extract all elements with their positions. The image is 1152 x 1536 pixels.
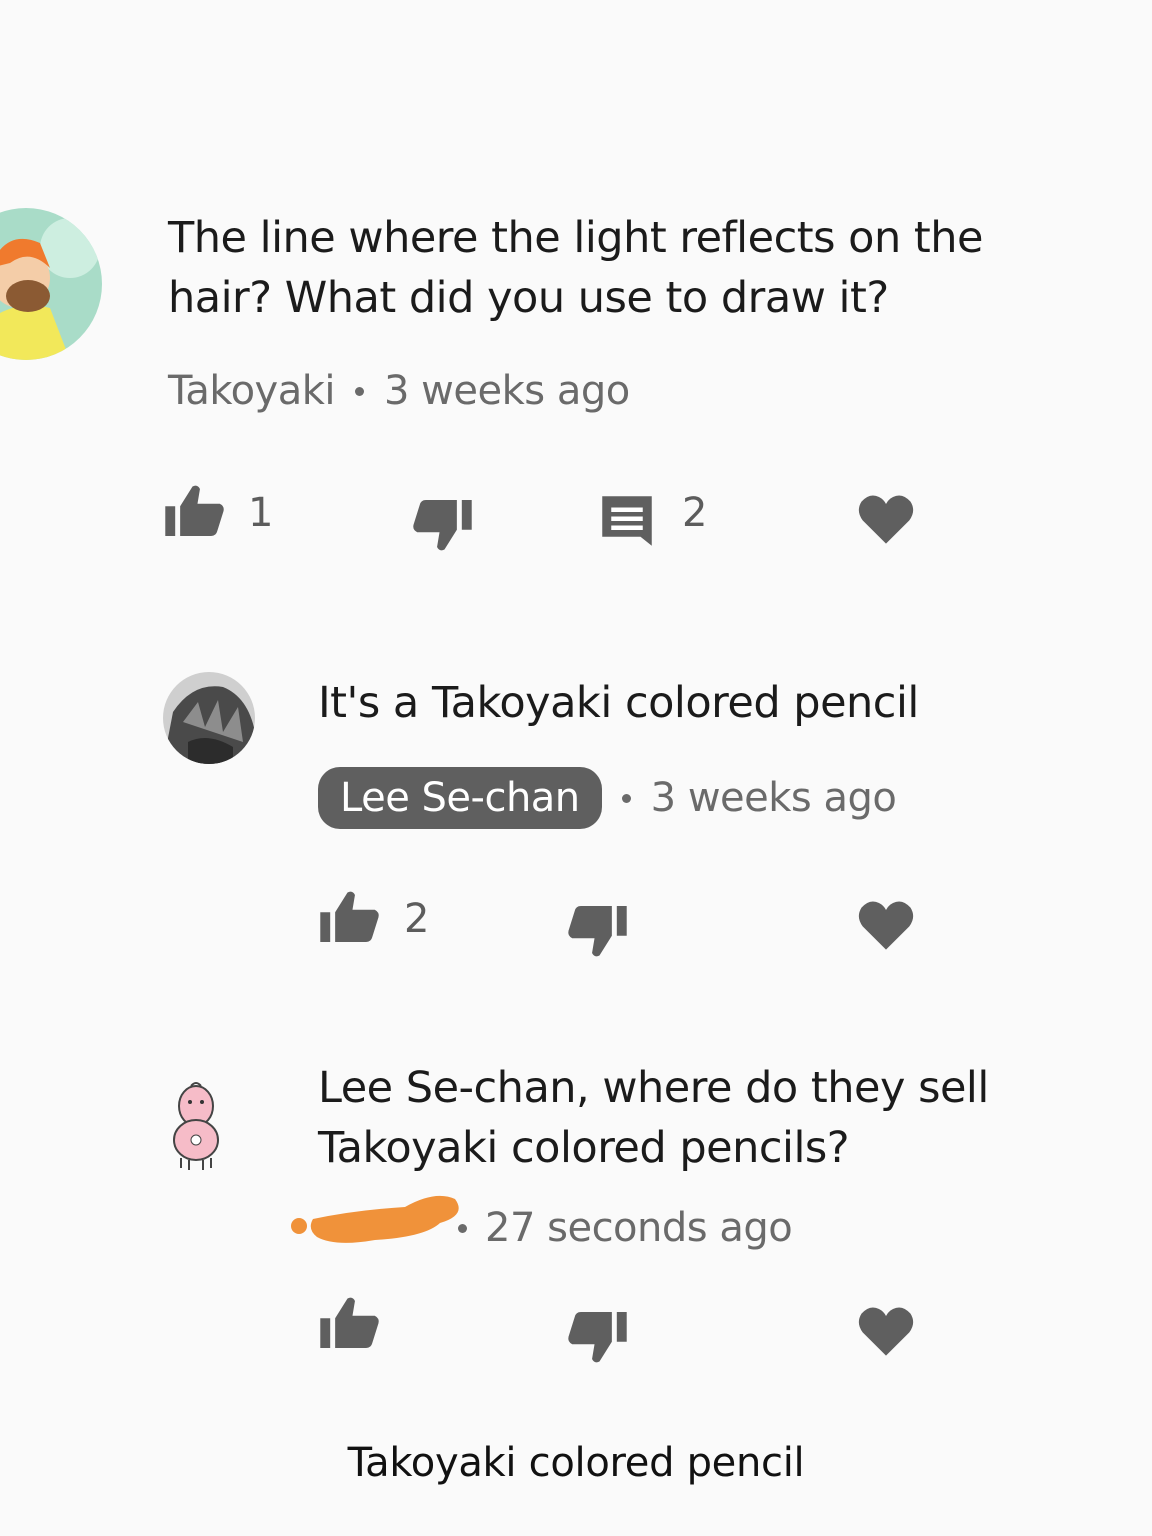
image-caption: Takoyaki colored pencil [347, 1440, 805, 1486]
comment-text: It's a Takoyaki colored pencil [318, 678, 919, 728]
avatar[interactable] [163, 672, 255, 764]
separator-dot [355, 386, 364, 396]
comment-text: The line where the light reflects on the… [168, 213, 983, 323]
comment-text: Lee Se-chan, where do they sell Takoyaki… [318, 1063, 989, 1173]
comment-meta: Lee Se-chan 3 weeks ago [318, 767, 897, 829]
heart-button[interactable] [858, 898, 914, 950]
avatar[interactable] [163, 1078, 229, 1174]
timestamp: 3 weeks ago [384, 368, 630, 414]
thumbs-up-icon [165, 485, 224, 536]
author-name[interactable]: Takoyaki [168, 368, 336, 414]
comment-icon [602, 496, 652, 546]
dislike-button[interactable] [567, 1312, 627, 1364]
like-count: 1 [248, 490, 274, 536]
like-button[interactable] [165, 484, 225, 536]
dislike-button[interactable] [412, 500, 472, 552]
thumbs-down-icon [413, 500, 472, 551]
reply-button[interactable] [600, 494, 654, 548]
redacted-author-mark [285, 1185, 465, 1259]
thumbs-up-icon [320, 1297, 379, 1348]
separator-dot [621, 793, 631, 803]
dislike-button[interactable] [567, 906, 627, 958]
thumbs-down-icon [568, 906, 627, 957]
timestamp: 27 seconds ago [485, 1205, 793, 1251]
timestamp: 3 weeks ago [650, 775, 897, 821]
thumbs-up-icon [320, 891, 379, 942]
separator-dot [458, 1223, 467, 1233]
heart-icon [858, 495, 914, 544]
like-button[interactable] [320, 890, 380, 942]
heart-button[interactable] [858, 1304, 914, 1356]
avatar[interactable] [0, 208, 102, 360]
comment-meta: 27 seconds ago [446, 1203, 793, 1253]
thumbs-down-icon [568, 1312, 627, 1363]
like-button[interactable] [320, 1296, 380, 1348]
comment-meta: Takoyaki 3 weeks ago [168, 366, 630, 416]
author-name-chip[interactable]: Lee Se-chan [318, 767, 602, 829]
reply-count: 2 [682, 490, 708, 536]
heart-icon [858, 901, 914, 950]
like-count: 2 [404, 896, 430, 942]
heart-icon [858, 1307, 914, 1356]
heart-button[interactable] [858, 492, 914, 544]
